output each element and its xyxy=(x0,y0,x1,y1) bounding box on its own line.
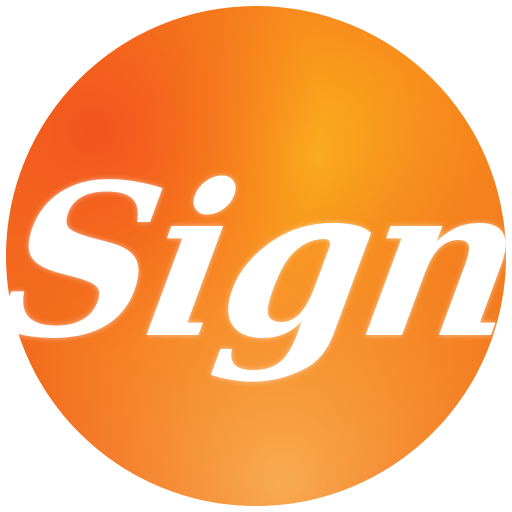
sign-app-icon[interactable]: Sign xyxy=(0,0,512,512)
sign-wordmark: Sign xyxy=(0,138,512,385)
